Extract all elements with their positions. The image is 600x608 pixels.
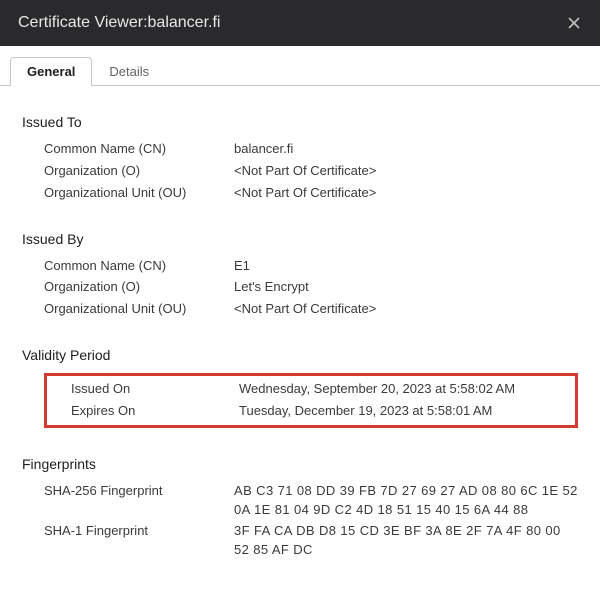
value-ou: <Not Part Of Certificate> (234, 184, 578, 203)
label-o: Organization (O) (44, 162, 226, 181)
fingerprints-table: SHA-256 Fingerprint AB C3 71 08 DD 39 FB… (22, 482, 578, 560)
titlebar: Certificate Viewer: balancer.fi (0, 0, 600, 46)
label-expires-on: Expires On (49, 402, 231, 421)
value-issuer-cn: E1 (234, 257, 578, 276)
section-title-issued-to: Issued To (22, 114, 578, 130)
value-o: <Not Part Of Certificate> (234, 162, 578, 181)
content-panel: Issued To Common Name (CN) balancer.fi O… (0, 86, 600, 608)
close-icon (567, 16, 581, 30)
value-cn: balancer.fi (234, 140, 578, 159)
label-issuer-ou: Organizational Unit (OU) (44, 300, 226, 319)
section-title-fingerprints: Fingerprints (22, 456, 578, 472)
label-issuer-o: Organization (O) (44, 278, 226, 297)
validity-table: Issued On Wednesday, September 20, 2023 … (49, 380, 573, 421)
section-title-validity: Validity Period (22, 347, 578, 363)
window-title-domain: balancer.fi (148, 14, 221, 32)
section-fingerprints: Fingerprints SHA-256 Fingerprint AB C3 7… (22, 456, 578, 560)
close-button[interactable] (566, 15, 582, 31)
validity-highlight: Issued On Wednesday, September 20, 2023 … (44, 373, 578, 428)
value-expires-on: Tuesday, December 19, 2023 at 5:58:01 AM (239, 402, 573, 421)
issued-to-table: Common Name (CN) balancer.fi Organizatio… (22, 140, 578, 203)
section-validity: Validity Period Issued On Wednesday, Sep… (22, 347, 578, 428)
value-issuer-ou: <Not Part Of Certificate> (234, 300, 578, 319)
value-issued-on: Wednesday, September 20, 2023 at 5:58:02… (239, 380, 573, 399)
label-ou: Organizational Unit (OU) (44, 184, 226, 203)
label-sha1: SHA-1 Fingerprint (44, 522, 226, 560)
tab-general[interactable]: General (10, 57, 92, 86)
tabstrip: General Details (0, 46, 600, 86)
section-issued-by: Issued By Common Name (CN) E1 Organizati… (22, 231, 578, 320)
section-issued-to: Issued To Common Name (CN) balancer.fi O… (22, 114, 578, 203)
value-issuer-o: Let's Encrypt (234, 278, 578, 297)
label-cn: Common Name (CN) (44, 140, 226, 159)
tab-details[interactable]: Details (92, 57, 166, 86)
label-sha256: SHA-256 Fingerprint (44, 482, 226, 520)
window-title-prefix: Certificate Viewer: (18, 14, 148, 32)
label-issued-on: Issued On (49, 380, 231, 399)
value-sha256: AB C3 71 08 DD 39 FB 7D 27 69 27 AD 08 8… (234, 482, 578, 520)
issued-by-table: Common Name (CN) E1 Organization (O) Let… (22, 257, 578, 320)
section-title-issued-by: Issued By (22, 231, 578, 247)
value-sha1: 3F FA CA DB D8 15 CD 3E BF 3A 8E 2F 7A 4… (234, 522, 578, 560)
label-issuer-cn: Common Name (CN) (44, 257, 226, 276)
